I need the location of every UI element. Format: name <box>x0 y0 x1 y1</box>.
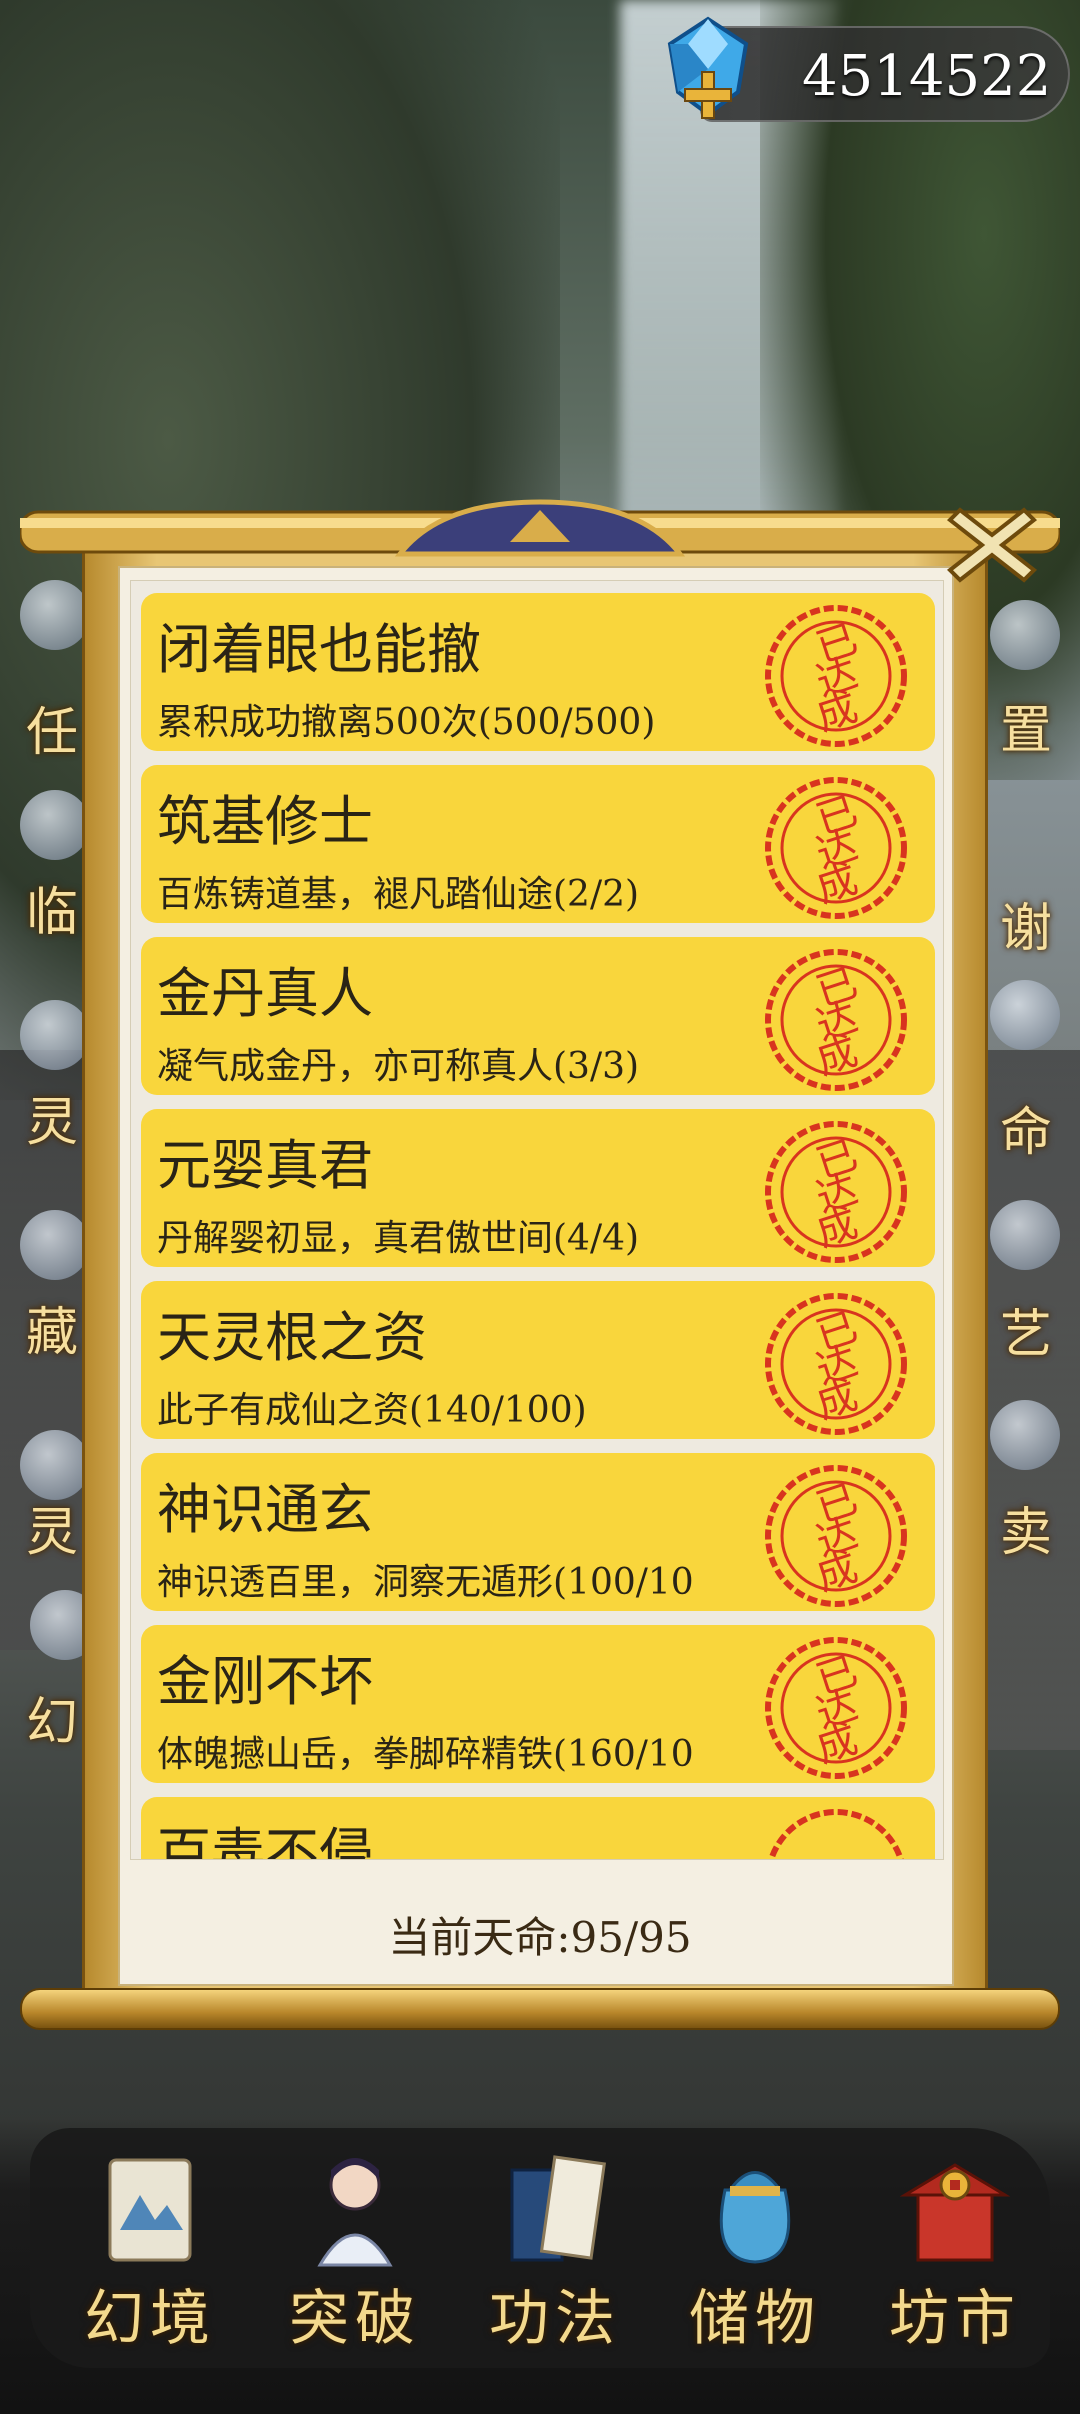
achievement-card[interactable]: 神识通玄 神识透百里，洞察无遁形(100/10 已达成 <box>141 1453 935 1611</box>
achievement-card[interactable]: 闭着眼也能撤 累积成功撤离500次(500/500) 已达成 <box>141 593 935 751</box>
storage-pouch-icon <box>719 2171 791 2264</box>
achievement-title: 金丹真人 <box>157 962 373 1025</box>
side-left-label-4[interactable]: 藏 <box>26 1290 78 1365</box>
nav-label: 幻境 <box>84 2284 216 2354</box>
gear-icon[interactable] <box>990 600 1060 670</box>
landscape-scroll-icon <box>108 2158 192 2262</box>
meditating-cultivator-icon <box>317 2158 393 2267</box>
side-right-label-2[interactable]: 谢 <box>1000 886 1052 961</box>
teapot-icon[interactable] <box>990 1200 1060 1270</box>
achievement-title: 闭着眼也能撤 <box>157 618 481 681</box>
nav-item-market[interactable]: 坊市 <box>860 2150 1050 2380</box>
scale-icon[interactable] <box>990 1400 1060 1470</box>
achievement-card[interactable]: 金丹真人 凝气成金丹，亦可称真人(3/3) 已达成 <box>141 937 935 1095</box>
ornament-icon[interactable] <box>990 980 1060 1050</box>
side-right-label-4[interactable]: 艺 <box>1000 1292 1052 1367</box>
stamp-text: 已达成 <box>810 959 864 1085</box>
stamp-text: 已达成 <box>810 1131 864 1257</box>
achievement-title: 金刚不坏 <box>157 1650 373 1713</box>
nav-label: 功法 <box>489 2284 621 2354</box>
side-right-label-1[interactable]: 置 <box>1000 688 1052 763</box>
achievement-title: 元婴真君 <box>157 1134 373 1197</box>
bowl-icon[interactable] <box>20 1000 90 1070</box>
achievement-desc: 体魄撼山岳，拳脚碎精铁(160/10 <box>157 1734 694 1775</box>
scroll-top-ornament <box>20 499 1060 557</box>
achievement-card[interactable]: 金刚不坏 体魄撼山岳，拳脚碎精铁(160/10 已达成 <box>141 1625 935 1783</box>
achievement-card[interactable]: 元婴真君 丹解婴初显，真君傲世间(4/4) 已达成 <box>141 1109 935 1267</box>
stamp-text: 已达成 <box>810 1303 864 1429</box>
currency-value: 4514522 <box>802 44 1052 109</box>
scroll-bottom-rod <box>20 1988 1060 2030</box>
gourd-icon[interactable] <box>20 790 90 860</box>
nav-item-illusion[interactable]: 幻境 <box>55 2150 245 2380</box>
side-left-label-5[interactable]: 灵 <box>26 1490 78 1565</box>
book-icon[interactable] <box>20 580 90 650</box>
achievement-title: 百毒不侵 <box>157 1822 373 1860</box>
achievement-desc: 神识透百里，洞察无遁形(100/10 <box>157 1562 694 1603</box>
stamp-text: 已达成 <box>810 1647 864 1773</box>
completed-stamp-icon <box>768 1809 904 1859</box>
stamp-text: 已达成 <box>810 787 864 913</box>
achievement-desc: 百炼铸道基，褪凡踏仙途(2/2) <box>157 874 640 915</box>
side-left-label-2[interactable]: 临 <box>26 870 78 945</box>
achievement-card[interactable]: 天灵根之资 此子有成仙之资(140/100) 已达成 <box>141 1281 935 1439</box>
achievement-desc: 丹解婴初显，真君傲世间(4/4) <box>157 1218 640 1259</box>
achievement-desc: 此子有成仙之资(140/100) <box>157 1390 587 1431</box>
manual-book-icon <box>510 2155 606 2262</box>
market-gate-icon <box>900 2163 1010 2262</box>
side-left-label-6[interactable]: 幻 <box>26 1680 78 1755</box>
blue-gem-plus-icon[interactable] <box>658 14 758 124</box>
nav-label: 储物 <box>689 2284 821 2354</box>
nav-label: 坊市 <box>889 2284 1021 2354</box>
side-left-label-3[interactable]: 灵 <box>26 1080 78 1155</box>
achievement-desc: 凝气成金丹，亦可称真人(3/3) <box>157 1046 640 1087</box>
side-left-label-1[interactable]: 任 <box>26 690 78 765</box>
achievement-card[interactable]: 百毒不侵 <box>141 1797 935 1860</box>
achievement-title: 神识通玄 <box>157 1478 373 1541</box>
achievement-card[interactable]: 筑基修士 百炼铸道基，褪凡踏仙途(2/2) 已达成 <box>141 765 935 923</box>
nav-item-breakthrough[interactable]: 突破 <box>260 2150 450 2380</box>
vase-icon[interactable] <box>20 1210 90 1280</box>
achievement-desc: 累积成功撤离500次(500/500) <box>157 702 656 743</box>
achievement-title: 筑基修士 <box>157 790 373 853</box>
nav-item-technique[interactable]: 功法 <box>460 2150 650 2380</box>
nav-label: 突破 <box>289 2284 421 2354</box>
close-icon[interactable] <box>942 490 1042 590</box>
stamp-text: 已达成 <box>810 1475 864 1601</box>
side-right-label-3[interactable]: 命 <box>1000 1090 1052 1165</box>
achievement-title: 天灵根之资 <box>157 1306 427 1369</box>
current-fate-counter: 当前天命:95/95 <box>388 1913 692 1962</box>
achievement-list[interactable]: 闭着眼也能撤 累积成功撤离500次(500/500) 已达成 筑基修士 百炼铸道… <box>130 580 944 1860</box>
nav-item-storage[interactable]: 储物 <box>660 2150 850 2380</box>
stamp-text: 已达成 <box>810 615 864 741</box>
side-right-label-5[interactable]: 卖 <box>1000 1490 1052 1565</box>
